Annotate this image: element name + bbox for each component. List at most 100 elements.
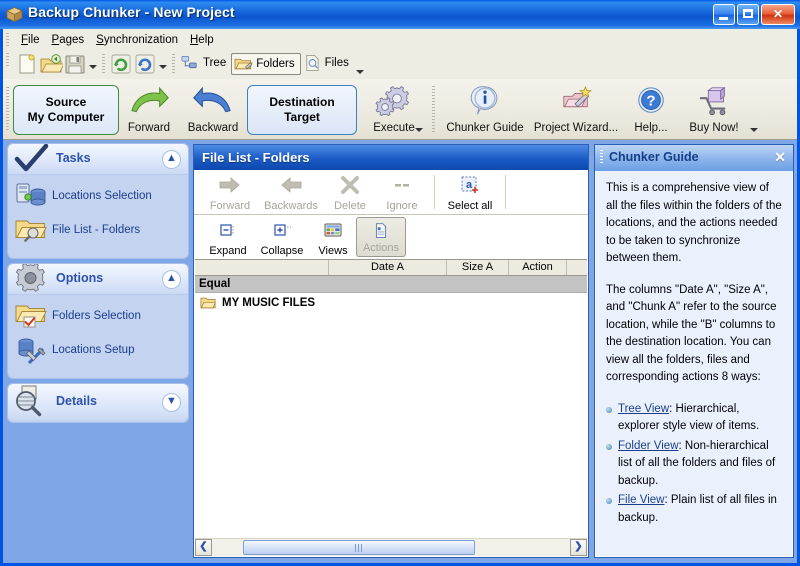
- destination-button[interactable]: Destination Target: [247, 85, 357, 135]
- files-view-icon: [303, 53, 322, 73]
- file-view-link[interactable]: File View: [618, 494, 664, 506]
- tree-view-link[interactable]: Tree View: [618, 403, 669, 415]
- backward-button[interactable]: Backward: [179, 83, 247, 137]
- bullet-icon: [606, 406, 612, 413]
- menu-bar: File Pages Synchronization Help: [3, 29, 797, 50]
- backwards-action-button[interactable]: Backwards: [258, 172, 324, 214]
- window-controls: ✕: [711, 4, 795, 25]
- buy-now-button[interactable]: Buy Now!: [678, 83, 758, 137]
- menu-items: File Pages Synchronization Help: [15, 29, 220, 48]
- minimize-button[interactable]: [713, 4, 735, 25]
- toolbar-grip[interactable]: [6, 53, 9, 66]
- menu-grip[interactable]: [6, 33, 9, 46]
- expand-button[interactable]: Expand: [202, 217, 254, 259]
- sidebar-item-file-list-folders-label: File List - Folders: [52, 224, 141, 236]
- maximize-button[interactable]: [737, 4, 759, 25]
- sidebar-group-options-header[interactable]: Options ▲: [8, 264, 188, 295]
- views-dropdown-button[interactable]: [354, 57, 365, 81]
- source-button[interactable]: Source My Computer: [13, 85, 119, 135]
- guide-close-icon[interactable]: ✕: [774, 149, 786, 165]
- new-project-button[interactable]: [15, 52, 39, 76]
- dashes-icon: [395, 184, 409, 187]
- chunker-guide-button[interactable]: Chunker Guide: [442, 83, 528, 137]
- buy-now-dropdown-icon[interactable]: [750, 128, 758, 132]
- chunker-guide-label: Chunker Guide: [446, 122, 524, 134]
- sidebar-group-tasks-chevron[interactable]: ▲: [162, 150, 181, 169]
- sidebar-group-tasks-header[interactable]: Tasks ▲: [8, 144, 188, 175]
- sidebar-group-tasks: Tasks ▲ Locations Selection File List - …: [8, 144, 188, 258]
- chevron-down-icon: [159, 65, 167, 69]
- guide-grip[interactable]: [600, 150, 603, 165]
- server-database-icon: [16, 183, 46, 206]
- execute-dropdown-icon[interactable]: [415, 128, 423, 132]
- open-project-button[interactable]: [39, 52, 65, 76]
- sidebar-item-locations-setup[interactable]: Locations Setup: [8, 333, 188, 367]
- column-header-extra[interactable]: [567, 260, 585, 275]
- execute-button[interactable]: Execute: [363, 83, 425, 137]
- refresh-source-button[interactable]: [109, 52, 133, 76]
- forward-button[interactable]: Forward: [119, 83, 179, 137]
- menu-pages[interactable]: Pages: [46, 32, 91, 48]
- sidebar-item-locations-selection[interactable]: Locations Selection: [8, 179, 188, 213]
- forward-action-button[interactable]: Forward: [202, 172, 258, 214]
- sidebar-item-locations-selection-label: Locations Selection: [52, 190, 152, 202]
- file-list-body[interactable]: Equal MY MUSIC FILES: [195, 276, 587, 534]
- horizontal-scrollbar[interactable]: ❮ ❯: [195, 538, 587, 556]
- sidebar-group-options-chevron[interactable]: ▲: [162, 270, 181, 289]
- checkmark-icon: [14, 144, 49, 172]
- menu-file[interactable]: File: [15, 32, 46, 48]
- main-toolbar-grip[interactable]: [6, 87, 9, 131]
- group-row-equal[interactable]: Equal: [195, 276, 587, 293]
- main-toolbar-separator: [432, 86, 435, 132]
- scrollbar-thumb[interactable]: [243, 540, 475, 555]
- menu-help[interactable]: Help: [184, 32, 220, 48]
- ignore-action-button[interactable]: Ignore: [376, 172, 428, 214]
- menu-synchronization[interactable]: Synchronization: [90, 32, 184, 48]
- scroll-left-button[interactable]: ❮: [195, 539, 212, 556]
- help-button[interactable]: ? Help...: [624, 83, 678, 137]
- files-view-button[interactable]: Files: [301, 53, 354, 75]
- sidebar-item-locations-setup-label: Locations Setup: [52, 344, 135, 356]
- bullet-icon: [606, 443, 612, 450]
- guide-panel-body: This is a comprehensive view of all the …: [596, 171, 792, 556]
- application-window: Backup Chunker - New Project ✕ File Page…: [0, 0, 800, 566]
- forward-label: Forward: [127, 122, 171, 134]
- scroll-right-button[interactable]: ❯: [570, 539, 587, 556]
- forward-action-label: Forward: [209, 200, 251, 212]
- sidebar-group-details-header[interactable]: Details ▼: [8, 384, 188, 420]
- source-line2: My Computer: [27, 110, 105, 124]
- column-header-size-a[interactable]: Size A: [447, 260, 509, 275]
- delete-action-button[interactable]: Delete: [324, 172, 376, 214]
- folders-view-button[interactable]: Folders: [231, 53, 301, 75]
- column-header-name[interactable]: [195, 260, 329, 275]
- views-button[interactable]: Views: [310, 217, 356, 259]
- shopping-cart-icon: [699, 86, 726, 116]
- project-wizard-button[interactable]: Project Wizard...: [528, 83, 624, 137]
- tree-view-button[interactable]: Tree: [179, 53, 231, 75]
- select-all-button[interactable]: a Select all: [441, 172, 499, 214]
- sidebar-item-file-list-folders[interactable]: File List - Folders: [8, 213, 188, 247]
- minimize-icon: [719, 17, 728, 20]
- save-project-button[interactable]: [63, 52, 87, 76]
- backward-label: Backward: [187, 122, 239, 134]
- column-header-action[interactable]: Action: [509, 260, 567, 275]
- sidebar-group-tasks-title: Tasks: [56, 151, 91, 165]
- file-list-header: Date A Size A Action: [195, 259, 587, 276]
- sidebar-group-details-chevron[interactable]: ▼: [162, 393, 181, 412]
- save-dropdown-button[interactable]: [87, 52, 98, 76]
- table-row[interactable]: MY MUSIC FILES: [195, 293, 587, 313]
- center-panel: File List - Folders Forward Backwards De…: [193, 144, 589, 558]
- sidebar-item-folders-selection[interactable]: Folders Selection: [8, 299, 188, 333]
- title-bar: Backup Chunker - New Project ✕: [0, 0, 800, 29]
- folders-view-icon: [234, 54, 253, 74]
- sidebar-group-details-title: Details: [56, 394, 97, 408]
- close-button[interactable]: ✕: [761, 4, 795, 25]
- collapse-button[interactable]: Collapse: [254, 217, 310, 259]
- folder-view-link[interactable]: Folder View: [618, 440, 679, 452]
- refresh-dropdown-button[interactable]: [157, 52, 168, 76]
- folder-check-icon: [15, 305, 47, 328]
- wizard-wand-icon: [563, 85, 592, 108]
- column-header-date-a[interactable]: Date A: [329, 260, 447, 275]
- refresh-destination-button[interactable]: [133, 52, 157, 76]
- actions-button[interactable]: Actions: [356, 217, 406, 257]
